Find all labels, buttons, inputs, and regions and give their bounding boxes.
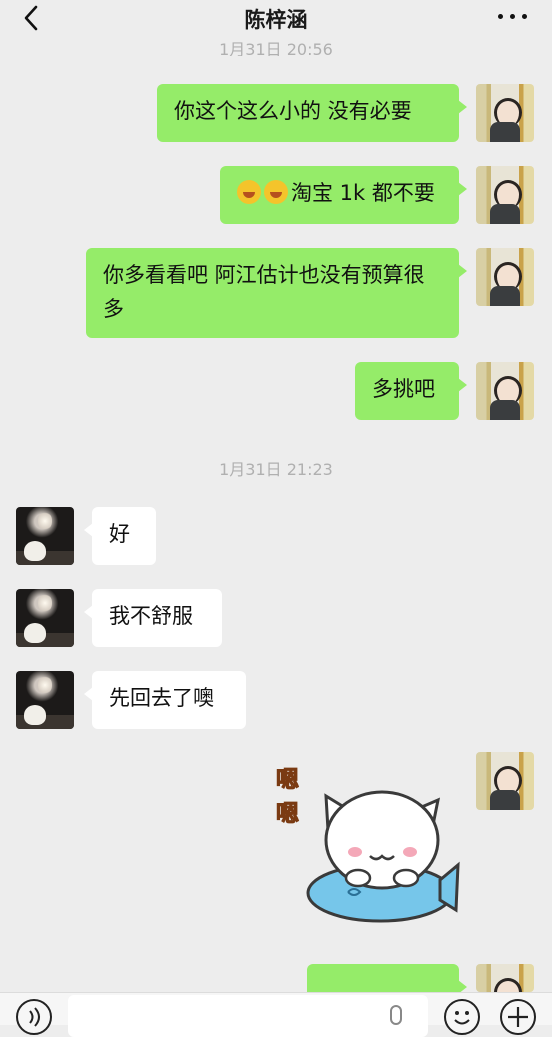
laughing-crying-emoji-icon <box>264 180 288 204</box>
chat-title: 陈梓涵 <box>244 8 308 32</box>
message-bubble-received[interactable]: 好 <box>84 507 156 565</box>
message-bubble-sent[interactable]: 你这个这么小的 没有必要 <box>157 84 467 142</box>
message-text: 多挑吧 <box>372 377 435 401</box>
my-avatar[interactable] <box>476 248 534 306</box>
laughing-crying-emoji-icon <box>237 180 261 204</box>
message-bubble-received[interactable]: 我不舒服 <box>84 589 222 647</box>
my-avatar[interactable] <box>476 964 534 992</box>
message-input[interactable] <box>68 995 428 1037</box>
message-bubble-received[interactable]: 先回去了噢 <box>84 671 246 729</box>
dot-icon <box>498 14 503 19</box>
message-text: 你这个这么小的 没有必要 <box>174 99 412 123</box>
voice-icon <box>29 1007 40 1027</box>
voice-button[interactable] <box>16 999 52 1035</box>
contact-avatar[interactable] <box>16 589 74 647</box>
more-options-button[interactable] <box>496 6 530 26</box>
message-text: 先回去了噢 <box>109 686 214 710</box>
message-bubble-sent[interactable]: 淘宝 1k 都不要 <box>220 166 467 224</box>
white-cat-on-fish-icon <box>306 790 460 923</box>
my-avatar[interactable] <box>476 752 534 810</box>
message-text: 淘宝 1k 都不要 <box>291 181 435 205</box>
contact-avatar[interactable] <box>16 507 74 565</box>
dot-icon <box>522 14 527 19</box>
input-bar <box>0 992 552 1037</box>
message-text: 你多看看吧 阿江估计也没有预算很多 <box>103 263 425 321</box>
timestamp: 1月31日 21:23 <box>219 460 333 479</box>
emoji-button[interactable] <box>444 999 480 1035</box>
plus-icon <box>508 1007 528 1027</box>
emoji-icon <box>454 1011 470 1025</box>
chat-header: 陈梓涵 <box>0 0 552 40</box>
my-avatar[interactable] <box>476 362 534 420</box>
message-text: 好 <box>109 522 130 546</box>
mic-icon[interactable] <box>390 1005 402 1025</box>
my-avatar[interactable] <box>476 166 534 224</box>
my-avatar[interactable] <box>476 84 534 142</box>
contact-avatar[interactable] <box>16 671 74 729</box>
message-text: 我不舒服 <box>109 604 193 628</box>
sticker-message[interactable]: 嗯 嗯 <box>270 760 460 940</box>
message-bubble-sent[interactable]: 你多看看吧 阿江估计也没有预算很多 <box>86 248 467 338</box>
dot-icon <box>510 14 515 19</box>
message-bubble-sent-partial[interactable] <box>307 964 467 994</box>
timestamp: 1月31日 20:56 <box>219 40 333 56</box>
plus-button[interactable] <box>500 999 536 1035</box>
message-bubble-sent[interactable]: 多挑吧 <box>355 362 467 420</box>
